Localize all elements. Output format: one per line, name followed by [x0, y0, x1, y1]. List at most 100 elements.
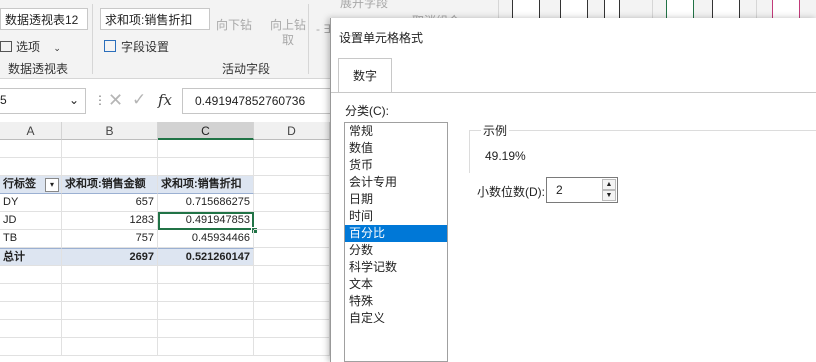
cell[interactable] [158, 302, 254, 320]
insert-slicer-icon[interactable] [604, 0, 620, 20]
category-item[interactable]: 文本 [345, 276, 447, 293]
clear-icon[interactable] [772, 0, 800, 20]
chevron-down-icon[interactable]: ⌄ [69, 93, 79, 107]
category-item-selected[interactable]: 百分比 [345, 225, 447, 242]
options-button[interactable]: 选项 ⌄ [0, 38, 61, 55]
cell[interactable] [0, 266, 62, 284]
collapse-field-icon: - ∃ [316, 22, 331, 36]
category-item[interactable]: 科学记数 [345, 259, 447, 276]
cell[interactable] [62, 302, 158, 320]
cell[interactable] [158, 320, 254, 338]
grand-total-amount[interactable]: 2697 [62, 248, 158, 266]
cell[interactable] [62, 158, 158, 176]
cell[interactable] [254, 266, 330, 284]
tab-number[interactable]: 数字 [338, 58, 392, 93]
sales-amount-cell[interactable]: 1283 [62, 212, 158, 230]
cell[interactable] [158, 266, 254, 284]
cell[interactable] [254, 302, 330, 320]
cell[interactable] [158, 338, 254, 356]
cell[interactable] [254, 338, 330, 356]
formula-input[interactable]: 0.491947852760736 [182, 88, 330, 114]
row-label[interactable]: TB [0, 230, 62, 248]
filter-icon[interactable] [512, 0, 540, 20]
cell[interactable] [254, 212, 330, 230]
refresh-icon[interactable] [666, 0, 694, 20]
row-labels-header[interactable]: 行标签 ▾ [0, 176, 62, 194]
category-item[interactable]: 自定义 [345, 310, 447, 327]
column-header-c[interactable]: C [158, 122, 254, 140]
change-data-source-icon[interactable] [712, 0, 740, 20]
field-settings-button[interactable]: 字段设置 [104, 38, 169, 55]
cell[interactable] [62, 320, 158, 338]
sample-value: 49.19% [485, 149, 526, 163]
cell[interactable] [62, 338, 158, 356]
cell[interactable] [254, 158, 330, 176]
row-label[interactable]: DY [0, 194, 62, 212]
cell[interactable] [254, 320, 330, 338]
category-item[interactable]: 时间 [345, 208, 447, 225]
active-field-input[interactable]: 求和项:销售折扣 [100, 8, 210, 30]
filter-connections-icon[interactable] [560, 0, 588, 20]
sales-amount-cell[interactable]: 657 [62, 194, 158, 212]
cell[interactable] [0, 140, 62, 158]
cell[interactable] [0, 320, 62, 338]
enter-icon[interactable]: ✓ [132, 90, 146, 110]
cell[interactable] [62, 140, 158, 158]
filter-dropdown-icon[interactable]: ▾ [45, 178, 59, 192]
category-item[interactable]: 会计专用 [345, 174, 447, 191]
category-item[interactable]: 日期 [345, 191, 447, 208]
pivot-name-input[interactable]: 数据透视表12 [0, 8, 88, 30]
name-box[interactable]: 5 ⌄ [0, 88, 86, 114]
sales-discount-cell[interactable]: 0.715686275 [158, 194, 254, 212]
cell[interactable] [62, 284, 158, 302]
active-field-group-label: 活动字段 [222, 62, 271, 76]
column-header-b[interactable]: B [62, 122, 158, 140]
column-header-a[interactable]: A [0, 122, 62, 140]
category-item[interactable]: 常规 [345, 123, 447, 140]
active-cell[interactable]: 0.491947853 [158, 212, 254, 230]
cell[interactable] [254, 176, 330, 194]
decimal-places-spinner[interactable]: 2 ▲ ▼ [546, 177, 618, 203]
column-header-d[interactable]: D [254, 122, 330, 140]
cell[interactable] [254, 284, 330, 302]
group-divider [498, 0, 499, 18]
cell[interactable] [254, 248, 330, 266]
group-divider [756, 0, 757, 18]
sales-amount-header[interactable]: 求和项:销售金额 [62, 176, 158, 194]
cell[interactable] [158, 284, 254, 302]
cell[interactable] [254, 230, 330, 248]
category-item[interactable]: 分数 [345, 242, 447, 259]
category-item[interactable]: 特殊 [345, 293, 447, 310]
row-label[interactable]: JD [0, 212, 62, 230]
cell[interactable] [254, 194, 330, 212]
sales-discount-header[interactable]: 求和项:销售折扣 [158, 176, 254, 194]
cell[interactable] [0, 302, 62, 320]
cell[interactable] [0, 284, 62, 302]
expand-field-button[interactable]: 展开字段 [340, 0, 388, 11]
cell[interactable] [254, 140, 330, 158]
drill-up-button[interactable]: 向上钻取 [270, 18, 306, 48]
pivot-group-label: 数据透视表 [8, 62, 69, 76]
sales-amount-cell[interactable]: 757 [62, 230, 158, 248]
decimal-places-value: 2 [556, 183, 563, 197]
cell[interactable] [62, 266, 158, 284]
insert-function-icon[interactable]: fx [158, 91, 172, 109]
more-icon: ⋮ [94, 93, 106, 107]
group-divider [652, 0, 653, 18]
cell[interactable] [158, 158, 254, 176]
cell[interactable] [158, 140, 254, 158]
spin-down-icon[interactable]: ▼ [602, 190, 616, 201]
spin-up-icon[interactable]: ▲ [602, 179, 616, 190]
cell[interactable] [0, 158, 62, 176]
drill-down-label: 向下钻 [216, 18, 253, 32]
category-item[interactable]: 货币 [345, 157, 447, 174]
category-item[interactable]: 数值 [345, 140, 447, 157]
formula-bar: 5 ⌄ ⋮ ✕ ✓ fx 0.491947852760736 [0, 88, 330, 114]
drill-down-button[interactable]: 向下钻 [216, 18, 252, 33]
grand-total-discount[interactable]: 0.521260147 [158, 248, 254, 266]
cancel-icon[interactable]: ✕ [108, 90, 123, 111]
sales-discount-cell[interactable]: 0.45934466 [158, 230, 254, 248]
cell[interactable] [0, 338, 62, 356]
grand-total-label[interactable]: 总计 [0, 248, 62, 266]
category-list[interactable]: 常规 数值 货币 会计专用 日期 时间 百分比 分数 科学记数 文本 特殊 自定… [344, 122, 448, 362]
